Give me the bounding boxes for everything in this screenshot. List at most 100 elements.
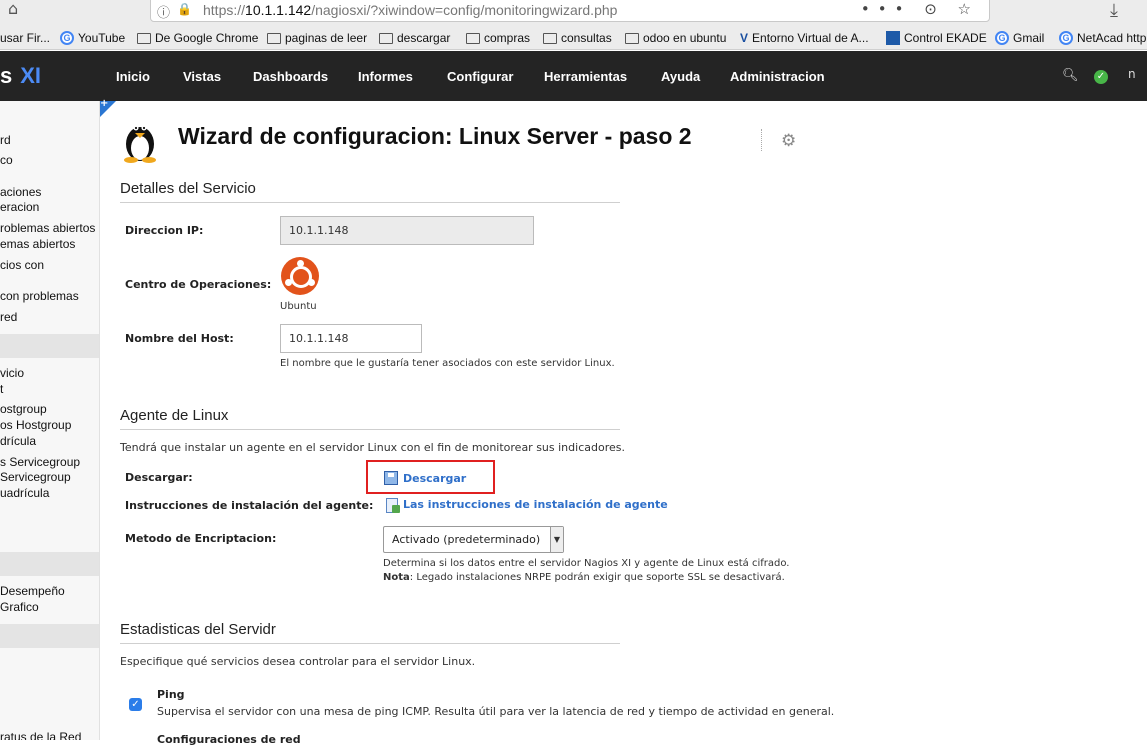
- dropdown-arrow-icon[interactable]: ▼: [550, 527, 563, 552]
- top-navbar: s XI Inicio Vistas Dashboards Informes Co…: [0, 51, 1147, 101]
- sidebar-item[interactable]: s Servicegroup: [0, 455, 80, 469]
- section-heading-service-details: Detalles del Servicio: [120, 180, 620, 203]
- sidebar-item[interactable]: rd: [0, 133, 11, 147]
- folder-icon: [466, 32, 480, 44]
- folder-icon: [625, 32, 639, 44]
- sidebar-divider: [0, 552, 99, 576]
- home-icon[interactable]: ⌂: [8, 0, 26, 18]
- ip-label: Direccion IP:: [125, 224, 204, 237]
- hostname-field[interactable]: [280, 324, 422, 353]
- encryption-label: Metodo de Encriptacion:: [125, 532, 277, 545]
- sidebar-item[interactable]: emas abiertos: [0, 237, 75, 251]
- section-heading-agent: Agente de Linux: [120, 407, 620, 430]
- linux-penguin-icon: [124, 125, 156, 163]
- sidebar-divider: [0, 624, 99, 648]
- lock-icon[interactable]: 🔒: [177, 2, 192, 16]
- nav-administracion[interactable]: Administracion: [730, 69, 825, 84]
- sidebar-item[interactable]: vicio: [0, 366, 24, 380]
- bookmark-item[interactable]: usar Fir...: [0, 31, 50, 45]
- ops-center-label: Centro de Operaciones:: [125, 278, 272, 291]
- google-icon: G: [1059, 31, 1073, 45]
- folder-icon: [137, 32, 151, 44]
- agent-intro: Tendrá que instalar un agente en el serv…: [120, 441, 625, 454]
- nagios-logo[interactable]: s XI: [0, 63, 41, 89]
- sidebar-item[interactable]: uadrícula: [0, 486, 49, 500]
- bookmark-item[interactable]: compras: [466, 31, 530, 45]
- sidebar-item[interactable]: Servicegroup: [0, 470, 71, 484]
- ubuntu-logo-icon: [281, 257, 319, 295]
- info-icon[interactable]: ⓘ: [157, 2, 170, 21]
- bookmark-item[interactable]: odoo en ubuntu: [625, 31, 726, 45]
- instructions-link[interactable]: Las instrucciones de instalación de agen…: [403, 498, 668, 511]
- sidebar-item[interactable]: t: [0, 382, 3, 396]
- download-link[interactable]: Descargar: [403, 472, 466, 485]
- page-title: Wizard de configuracion: Linux Server - …: [178, 123, 692, 149]
- document-icon[interactable]: [386, 498, 400, 513]
- sidebar-item[interactable]: co: [0, 153, 13, 167]
- nav-configurar[interactable]: Configurar: [447, 69, 513, 84]
- sidebar-item[interactable]: eracion: [0, 200, 39, 214]
- sidebar-item[interactable]: roblemas abiertos: [0, 221, 95, 235]
- nav-dashboards[interactable]: Dashboards: [253, 69, 328, 84]
- folder-icon: [379, 32, 393, 44]
- google-icon: G: [60, 31, 74, 45]
- nav-herramientas[interactable]: Herramientas: [544, 69, 627, 84]
- os-name: Ubuntu: [280, 301, 317, 312]
- ping-description: Supervisa el servidor con una mesa de pi…: [157, 705, 835, 718]
- address-bar[interactable]: ⓘ 🔒 https://10.1.1.142/nagiosxi/?xiwindo…: [150, 0, 990, 22]
- nav-ayuda[interactable]: Ayuda: [661, 69, 700, 84]
- sidebar-item[interactable]: con problemas: [0, 289, 79, 303]
- browser-toolbar: ⌂ ⓘ 🔒 https://10.1.1.142/nagiosxi/?xiwin…: [0, 0, 1147, 28]
- bookmark-item[interactable]: G Gmail: [995, 31, 1044, 45]
- title-divider: [761, 129, 762, 151]
- bookmark-item[interactable]: G NetAcad http: [1059, 31, 1146, 45]
- folder-icon: [543, 32, 557, 44]
- encryption-help: Determina si los datos entre el servidor…: [383, 558, 790, 569]
- bookmark-item[interactable]: consultas: [543, 31, 612, 45]
- sidebar-item[interactable]: os Hostgroup: [0, 418, 71, 432]
- ping-title: Ping: [157, 688, 185, 701]
- bookmark-item[interactable]: Control EKADE: [886, 31, 987, 45]
- bookmarks-bar: usar Fir... G YouTube De Google Chrome pa…: [0, 28, 1147, 50]
- floppy-icon[interactable]: [384, 471, 398, 485]
- bookmark-item[interactable]: V Entorno Virtual de A...: [740, 31, 869, 45]
- ping-checkbox[interactable]: ✓: [129, 698, 142, 711]
- main-content: Wizard de configuracion: Linux Server - …: [101, 101, 1147, 746]
- encryption-selected-value: Activado (predeterminado): [392, 533, 541, 546]
- user-menu[interactable]: n: [1128, 67, 1136, 81]
- sidebar-item[interactable]: ostgroup: [0, 402, 47, 416]
- nav-informes[interactable]: Informes: [358, 69, 413, 84]
- sidebar-item[interactable]: Grafico: [0, 600, 39, 614]
- url-text[interactable]: https://10.1.1.142/nagiosxi/?xiwindow=co…: [203, 2, 617, 18]
- bookmark-item[interactable]: G YouTube: [60, 31, 125, 45]
- sidebar-item[interactable]: cios con: [0, 258, 44, 272]
- sidebar-item[interactable]: aciones: [0, 185, 41, 199]
- hostname-help: El nombre que le gustaría tener asociado…: [280, 358, 615, 369]
- sidebar-item[interactable]: red: [0, 310, 17, 324]
- hostname-label: Nombre del Host:: [125, 332, 234, 345]
- bookmark-item[interactable]: descargar: [379, 31, 450, 45]
- page-actions[interactable]: ••• ⊙ ☆: [861, 0, 979, 18]
- status-ok-icon[interactable]: ✓: [1094, 70, 1108, 84]
- stats-intro: Especifique qué servicios desea controla…: [120, 655, 476, 668]
- download-label: Descargar:: [125, 471, 193, 484]
- sidebar-divider: [0, 334, 99, 358]
- gear-icon[interactable]: ⚙: [781, 131, 796, 151]
- nav-inicio[interactable]: Inicio: [116, 69, 150, 84]
- search-icon[interactable]: 🔍︎: [1062, 68, 1079, 83]
- section-heading-stats: Estadisticas del Servidr: [120, 621, 620, 644]
- sidebar-item[interactable]: drícula: [0, 434, 36, 448]
- nav-vistas[interactable]: Vistas: [183, 69, 221, 84]
- sidebar-item[interactable]: Desempeño: [0, 584, 65, 598]
- ekade-icon: [886, 31, 900, 45]
- download-icon[interactable]: ⤓: [1110, 0, 1118, 21]
- instructions-label: Instrucciones de instalación del agente:: [125, 499, 374, 512]
- folder-icon: [267, 32, 281, 44]
- ip-field: [280, 216, 534, 245]
- bookmark-item[interactable]: paginas de leer: [267, 31, 367, 45]
- bookmark-item[interactable]: De Google Chrome: [137, 31, 258, 45]
- sidebar: rd co aciones eracion roblemas abiertos …: [0, 101, 100, 740]
- google-icon: G: [995, 31, 1009, 45]
- encryption-select[interactable]: Activado (predeterminado) ▼: [383, 526, 564, 553]
- sidebar-item[interactable]: ratus de la Red: [0, 730, 81, 740]
